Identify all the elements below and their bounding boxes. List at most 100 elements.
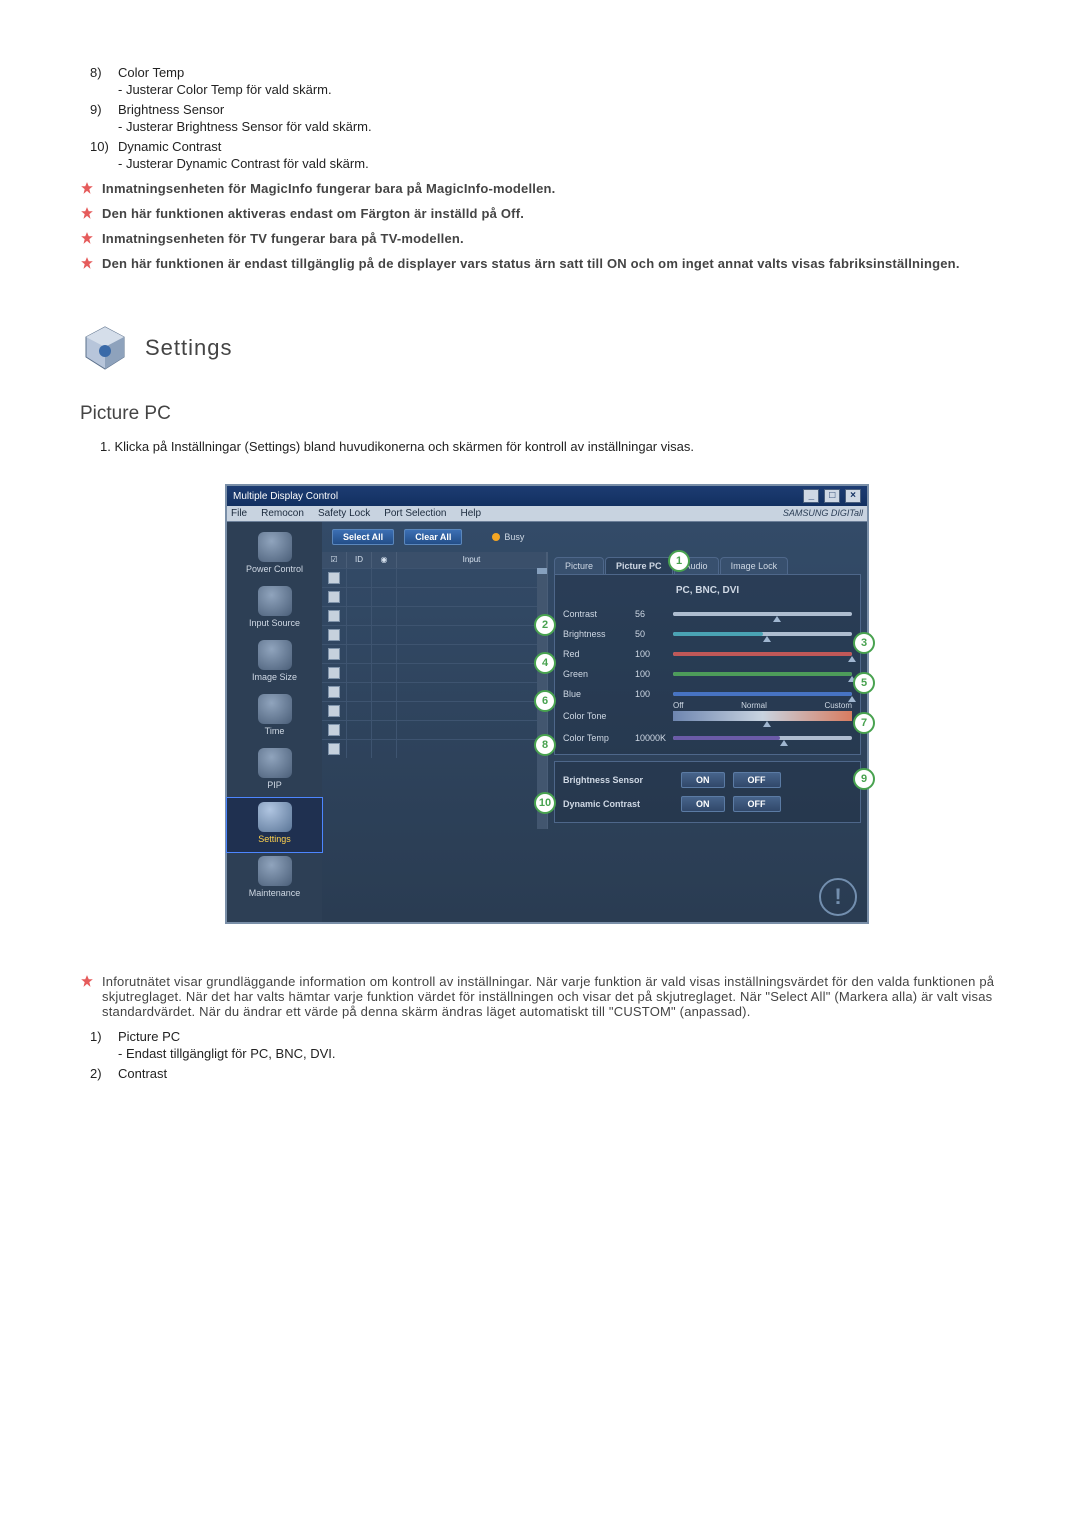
table-row[interactable] xyxy=(322,587,547,606)
menu-remocon[interactable]: Remocon xyxy=(261,508,304,519)
menu-file[interactable]: File xyxy=(231,508,247,519)
section-settings: Settings xyxy=(80,323,1010,373)
contrast-slider[interactable] xyxy=(673,612,852,616)
menu-safetylock[interactable]: Safety Lock xyxy=(318,508,370,519)
brand-label: SAMSUNG DIGITall xyxy=(783,508,863,519)
checkbox[interactable] xyxy=(328,724,340,736)
brightness-label: Brightness xyxy=(563,629,635,639)
section-title: Settings xyxy=(145,335,233,361)
colortemp-label: Color Temp xyxy=(563,733,635,743)
head-status: ◉ xyxy=(372,552,397,568)
step-text: 1. Klicka på Inställningar (Settings) bl… xyxy=(100,439,1010,454)
callout-2: 2 xyxy=(534,614,556,636)
blue-slider[interactable] xyxy=(673,692,852,696)
select-all-button[interactable]: Select All xyxy=(332,529,394,545)
upper-list: 8)Color Temp - Justerar Color Temp för v… xyxy=(80,65,1010,171)
maximize-icon[interactable]: □ xyxy=(824,489,840,503)
tab-image-lock[interactable]: Image Lock xyxy=(720,557,789,574)
warning-icon: ! xyxy=(819,878,857,916)
callout-7: 7 xyxy=(853,712,875,734)
close-icon[interactable]: × xyxy=(845,489,861,503)
table-row[interactable] xyxy=(322,606,547,625)
sidebar: Power Control Input Source Image Size Ti… xyxy=(227,522,322,922)
input-icon xyxy=(258,586,292,616)
sidebar-item-maintenance[interactable]: Maintenance xyxy=(227,852,322,906)
green-slider[interactable] xyxy=(673,672,852,676)
window-title: Multiple Display Control xyxy=(233,491,338,502)
sidebar-item-input[interactable]: Input Source xyxy=(227,582,322,636)
menu-portselection[interactable]: Port Selection xyxy=(384,508,446,519)
table-row[interactable] xyxy=(322,625,547,644)
clear-all-button[interactable]: Clear All xyxy=(404,529,462,545)
checkbox[interactable] xyxy=(328,629,340,641)
list-item: 2)Contrast xyxy=(90,1066,1010,1081)
dynamic-contrast-on[interactable]: ON xyxy=(681,796,725,812)
brightness-sensor-off[interactable]: OFF xyxy=(733,772,781,788)
green-label: Green xyxy=(563,669,635,679)
red-slider[interactable] xyxy=(673,652,852,656)
maintenance-icon xyxy=(258,856,292,886)
colortone-slider[interactable]: Off Normal Custom xyxy=(673,711,852,721)
busy-label: Busy xyxy=(504,532,524,542)
table-row[interactable] xyxy=(322,568,547,587)
callout-1: 1 xyxy=(668,550,690,572)
minimize-icon[interactable]: _ xyxy=(803,489,819,503)
checkbox[interactable] xyxy=(328,705,340,717)
checkbox[interactable] xyxy=(328,648,340,660)
colortemp-slider[interactable] xyxy=(673,736,852,740)
tab-picture-pc[interactable]: Picture PC xyxy=(605,557,673,574)
table-row[interactable] xyxy=(322,739,547,758)
checkbox[interactable] xyxy=(328,591,340,603)
sidebar-item-power[interactable]: Power Control xyxy=(227,528,322,582)
toolbar: Select All Clear All Busy xyxy=(322,522,867,552)
list-item: 9)Brightness Sensor - Justerar Brightnes… xyxy=(90,102,1010,134)
mdc-screenshot: Multiple Display Control _ □ × File Remo… xyxy=(225,484,865,924)
star-icon xyxy=(80,974,102,991)
checkbox[interactable] xyxy=(328,686,340,698)
tab-picture[interactable]: Picture xyxy=(554,557,604,574)
red-label: Red xyxy=(563,649,635,659)
callout-5: 5 xyxy=(853,672,875,694)
table-row[interactable] xyxy=(322,720,547,739)
window-controls[interactable]: _ □ × xyxy=(801,489,861,503)
settings-cube-icon xyxy=(80,323,130,373)
sidebar-item-pip[interactable]: PIP xyxy=(227,744,322,798)
star-icon xyxy=(80,181,102,198)
sidebar-item-time[interactable]: Time xyxy=(227,690,322,744)
power-icon xyxy=(258,532,292,562)
table-row[interactable] xyxy=(322,682,547,701)
callout-9: 9 xyxy=(853,768,875,790)
checkbox[interactable] xyxy=(328,667,340,679)
brightness-sensor-on[interactable]: ON xyxy=(681,772,725,788)
sidebar-item-imagesize[interactable]: Image Size xyxy=(227,636,322,690)
menu-help[interactable]: Help xyxy=(460,508,481,519)
sidebar-item-settings[interactable]: Settings xyxy=(227,798,322,852)
settings-icon xyxy=(258,802,292,832)
lower-list: 1)Picture PC - Endast tillgängligt för P… xyxy=(80,1029,1010,1081)
colortone-label: Color Tone xyxy=(563,711,635,721)
callout-6: 6 xyxy=(534,690,556,712)
table-row[interactable] xyxy=(322,644,547,663)
callout-3: 3 xyxy=(853,632,875,654)
info-grid: ☑ ID ◉ Input xyxy=(322,552,548,829)
star-icon xyxy=(80,256,102,273)
busy-dot-icon xyxy=(492,533,500,541)
table-row[interactable] xyxy=(322,663,547,682)
checkbox[interactable] xyxy=(328,572,340,584)
table-row[interactable] xyxy=(322,701,547,720)
callout-8: 8 xyxy=(534,734,556,756)
head-id: ID xyxy=(347,552,372,568)
star-icon xyxy=(80,206,102,223)
star-icon xyxy=(80,231,102,248)
window-titlebar: Multiple Display Control _ □ × xyxy=(227,486,867,506)
checkbox[interactable] xyxy=(328,610,340,622)
dynamic-contrast-off[interactable]: OFF xyxy=(733,796,781,812)
head-check: ☑ xyxy=(322,552,347,568)
contrast-label: Contrast xyxy=(563,609,635,619)
brightness-slider[interactable] xyxy=(673,632,852,636)
list-item: 8)Color Temp - Justerar Color Temp för v… xyxy=(90,65,1010,97)
checkbox[interactable] xyxy=(328,743,340,755)
menu-bar: File Remocon Safety Lock Port Selection … xyxy=(227,506,867,522)
time-icon xyxy=(258,694,292,724)
settings-panel: Picture Picture PC Audio Image Lock PC, … xyxy=(548,552,867,829)
